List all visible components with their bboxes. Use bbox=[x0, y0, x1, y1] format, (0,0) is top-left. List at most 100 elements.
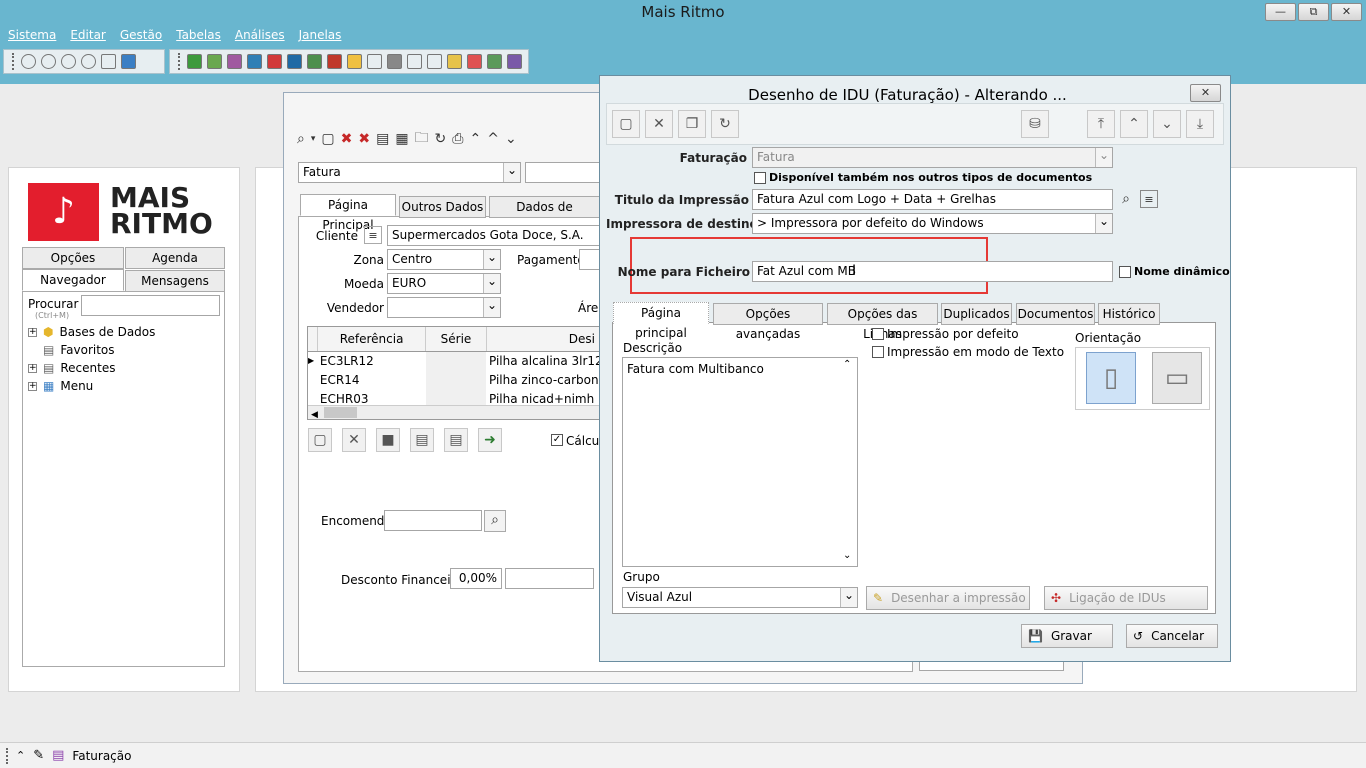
desconto-value-input[interactable] bbox=[505, 568, 594, 589]
tab-pagina-principal[interactable]: Página Principal bbox=[300, 194, 396, 232]
search-input[interactable] bbox=[81, 295, 220, 316]
menu-sistema[interactable]: Sistema bbox=[8, 28, 56, 44]
refresh-icon[interactable] bbox=[21, 54, 36, 69]
tab-dados-tesouraria[interactable]: Dados de Tesouraria bbox=[489, 196, 600, 218]
prev-icon[interactable]: ^ bbox=[487, 131, 499, 147]
pagamento-input[interactable] bbox=[579, 249, 600, 270]
sync-icon[interactable] bbox=[41, 54, 56, 69]
tab-opcoes-linhas[interactable]: Opções das Linhas bbox=[827, 303, 938, 341]
document-number-input[interactable] bbox=[525, 162, 600, 183]
pen-icon[interactable] bbox=[507, 54, 522, 69]
impressao-texto-checkbox[interactable] bbox=[872, 346, 884, 358]
expand-icon[interactable]: + bbox=[28, 363, 37, 373]
book-blue-icon[interactable] bbox=[247, 54, 262, 69]
descricao-textarea[interactable]: Fatura com Multibanco bbox=[622, 357, 858, 567]
document-red-icon[interactable] bbox=[327, 54, 342, 69]
cliente-input[interactable]: Supermercados Gota Doce, S.A. bbox=[387, 225, 600, 246]
menu-gestao[interactable]: Gestão bbox=[120, 28, 162, 44]
table-row[interactable]: ECR14Pilha zinco-carbono r bbox=[308, 371, 599, 390]
details-line-icon[interactable]: ▤ bbox=[444, 428, 468, 452]
tree-item-favoritos[interactable]: ▤ Favoritos bbox=[28, 341, 218, 359]
form-icon[interactable]: ▤ bbox=[376, 131, 389, 147]
dropdown-arrow-icon[interactable]: ▾ bbox=[311, 134, 316, 144]
list-line-icon[interactable]: ▤ bbox=[410, 428, 434, 452]
refresh-icon[interactable]: ↻ bbox=[435, 131, 447, 147]
search-icon[interactable]: ⌕ bbox=[297, 131, 305, 147]
previous-record-icon[interactable]: ⌃ bbox=[1120, 110, 1148, 138]
encomenda-search-icon[interactable]: ⌕ bbox=[484, 510, 506, 532]
nome-ficheiro-input[interactable]: Fat Azul com MB bbox=[752, 261, 1113, 282]
close-button[interactable]: ✕ bbox=[1331, 3, 1362, 21]
tab-navegador[interactable]: Navegador bbox=[22, 269, 124, 291]
tab-pagina-principal[interactable]: Página principal bbox=[613, 302, 709, 340]
calculator-icon[interactable] bbox=[387, 54, 402, 69]
scroll-up-icon[interactable]: ⌃ bbox=[843, 359, 851, 370]
menu-analises[interactable]: Análises bbox=[235, 28, 285, 44]
find-folder-icon[interactable]: 🗀 bbox=[415, 127, 429, 151]
scroll-down-icon[interactable]: ⌄ bbox=[843, 550, 851, 561]
expand-icon[interactable]: + bbox=[28, 381, 37, 391]
delete-icon[interactable]: ✖ bbox=[341, 131, 353, 147]
grid-header[interactable]: Série bbox=[426, 327, 487, 351]
nome-dinamico-checkbox[interactable] bbox=[1119, 266, 1131, 278]
dialog-close-button[interactable]: ✕ bbox=[1190, 84, 1221, 102]
copy-line-icon[interactable]: ■ bbox=[376, 428, 400, 452]
tree-icon[interactable] bbox=[487, 54, 502, 69]
tab-mensagens[interactable]: Mensagens bbox=[125, 270, 225, 292]
cliente-picker-icon[interactable]: ≡ bbox=[364, 226, 382, 244]
refresh-icon[interactable]: ↻ bbox=[711, 110, 739, 138]
encomenda-input[interactable] bbox=[384, 510, 482, 531]
folder-icon[interactable] bbox=[347, 54, 362, 69]
scroll-left-icon[interactable]: ◀ bbox=[308, 410, 318, 420]
barcode-icon[interactable] bbox=[407, 54, 422, 69]
first-record-icon[interactable]: ⤒ bbox=[1087, 110, 1115, 138]
grupo-select[interactable]: Visual Azul bbox=[622, 587, 858, 608]
note-icon[interactable] bbox=[447, 54, 462, 69]
delete-line-icon[interactable]: ✕ bbox=[342, 428, 366, 452]
expand-icon[interactable]: + bbox=[28, 327, 37, 337]
last-record-icon[interactable]: ⤓ bbox=[1186, 110, 1214, 138]
tree-item-recentes[interactable]: + ▤ Recentes bbox=[28, 359, 218, 377]
delete-multi-icon[interactable]: ✖ bbox=[358, 131, 370, 147]
globe-icon[interactable] bbox=[61, 54, 76, 69]
disponivel-checkbox[interactable] bbox=[754, 172, 766, 184]
next-icon[interactable]: ⌄ bbox=[505, 131, 517, 147]
titulo-input[interactable]: Fatura Azul com Logo + Data + Grelhas bbox=[752, 189, 1113, 210]
minimize-button[interactable]: — bbox=[1265, 3, 1296, 21]
export-line-icon[interactable]: ➜ bbox=[478, 428, 502, 452]
new-icon[interactable]: ▢ bbox=[612, 110, 640, 138]
edit-icon[interactable] bbox=[101, 54, 116, 69]
landscape-page-icon[interactable]: ▭ bbox=[1152, 352, 1202, 404]
people-icon[interactable] bbox=[307, 54, 322, 69]
statusbar-grip[interactable] bbox=[6, 747, 8, 764]
database-icon[interactable]: ⛁ bbox=[1021, 110, 1049, 138]
impressao-defeito-checkbox[interactable] bbox=[872, 328, 884, 340]
list-purple-icon[interactable] bbox=[227, 54, 242, 69]
tab-opcoes-avancadas[interactable]: Opções avançadas bbox=[713, 303, 823, 341]
maximize-button[interactable]: ⧉ bbox=[1298, 3, 1329, 21]
scroll-thumb[interactable] bbox=[324, 407, 357, 418]
menu-janelas[interactable]: Janelas bbox=[299, 28, 342, 44]
calculo-checkbox[interactable]: ✓ bbox=[551, 434, 563, 446]
menu-tabelas[interactable]: Tabelas bbox=[176, 28, 221, 44]
tools-icon[interactable] bbox=[467, 54, 482, 69]
expand-icon[interactable]: ⌃ bbox=[16, 749, 25, 762]
windows-icon[interactable] bbox=[121, 54, 136, 69]
book-green-icon[interactable] bbox=[187, 54, 202, 69]
desconto-input[interactable]: 0,00% bbox=[450, 568, 502, 589]
tab-documentos[interactable]: Documentos bbox=[1016, 303, 1095, 325]
car-icon[interactable] bbox=[267, 54, 282, 69]
grid-icon[interactable] bbox=[427, 54, 442, 69]
first-icon[interactable]: ⌃ bbox=[469, 131, 481, 147]
grid-header[interactable]: Desi bbox=[487, 327, 599, 351]
tab-opcoes[interactable]: Opções bbox=[22, 247, 124, 269]
document-icon[interactable] bbox=[367, 54, 382, 69]
tree-item-menu[interactable]: + ▦ Menu bbox=[28, 377, 218, 395]
next-record-icon[interactable]: ⌄ bbox=[1153, 110, 1181, 138]
document-type-select[interactable]: Fatura bbox=[298, 162, 521, 183]
tab-outros-dados[interactable]: Outros Dados bbox=[399, 196, 486, 218]
delete-icon[interactable]: ✕ bbox=[645, 110, 673, 138]
book-dark-icon[interactable] bbox=[287, 54, 302, 69]
portrait-page-icon[interactable]: ▯ bbox=[1086, 352, 1136, 404]
search-icon[interactable]: ⌕ bbox=[1117, 190, 1135, 208]
